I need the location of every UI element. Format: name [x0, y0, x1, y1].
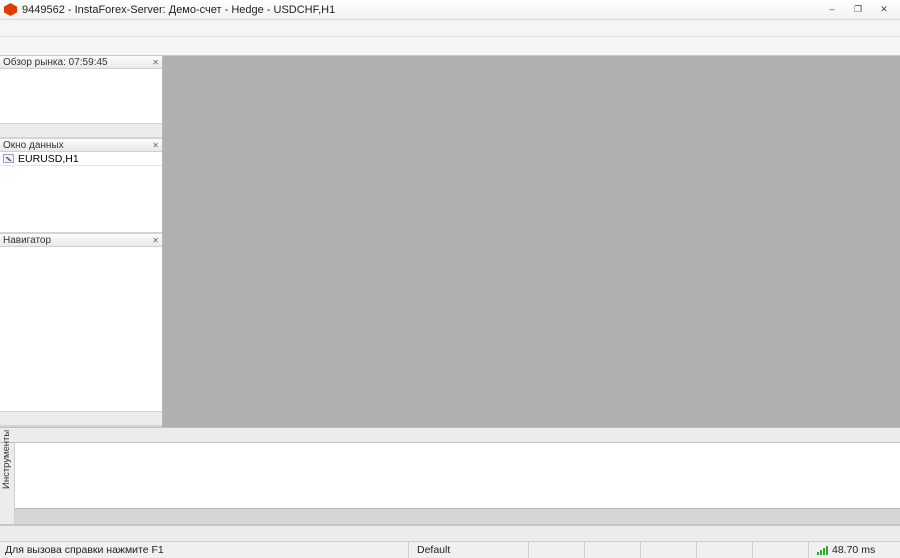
status-help-text: Для вызова справки нажмите F1 — [0, 544, 408, 556]
bottom-tab-bar — [0, 525, 900, 541]
navigator-title: Навигатор — [3, 235, 152, 246]
left-panels: Обзор рынка: 07:59:45 ✕ Окно данных ✕ EU… — [0, 56, 163, 427]
toolbar — [0, 37, 900, 56]
data-window-panel: Окно данных ✕ EURUSD,H1 — [0, 139, 162, 234]
status-profile[interactable]: Default — [408, 542, 528, 558]
maximize-button[interactable]: ❐ — [846, 2, 870, 17]
chart-area — [163, 56, 900, 427]
data-window-symbol: EURUSD,H1 — [0, 152, 162, 166]
menubar — [0, 20, 900, 37]
balance-row — [15, 508, 900, 524]
window-title: 9449562 - InstaForex-Server: Демо-счет -… — [22, 4, 820, 16]
mt5-window: 9449562 - InstaForex-Server: Демо-счет -… — [0, 0, 900, 558]
close-icon[interactable]: ✕ — [152, 58, 159, 67]
connection-status: 48.70 ms — [808, 542, 900, 558]
close-icon[interactable]: ✕ — [152, 141, 159, 150]
toolbox-vertical-tab[interactable]: Инструменты — [0, 443, 15, 524]
toolbox: Инструменты — [0, 443, 900, 525]
market-watch-title: Обзор рынка: 07:59:45 — [3, 57, 152, 68]
statusbar: Для вызова справки нажмите F1 Default 48… — [0, 541, 900, 558]
minimize-button[interactable]: – — [820, 2, 844, 17]
close-icon[interactable]: ✕ — [152, 236, 159, 245]
chart-tab-bar — [0, 427, 900, 443]
chart-icon — [3, 154, 14, 163]
navigator-panel: Навигатор ✕ — [0, 234, 162, 427]
titlebar: 9449562 - InstaForex-Server: Демо-счет -… — [0, 0, 900, 20]
close-button[interactable]: ✕ — [872, 2, 896, 17]
data-window-title: Окно данных — [3, 140, 152, 151]
market-watch-panel: Обзор рынка: 07:59:45 ✕ — [0, 56, 162, 139]
signal-bars-icon — [817, 546, 828, 555]
app-logo-icon — [4, 3, 17, 16]
